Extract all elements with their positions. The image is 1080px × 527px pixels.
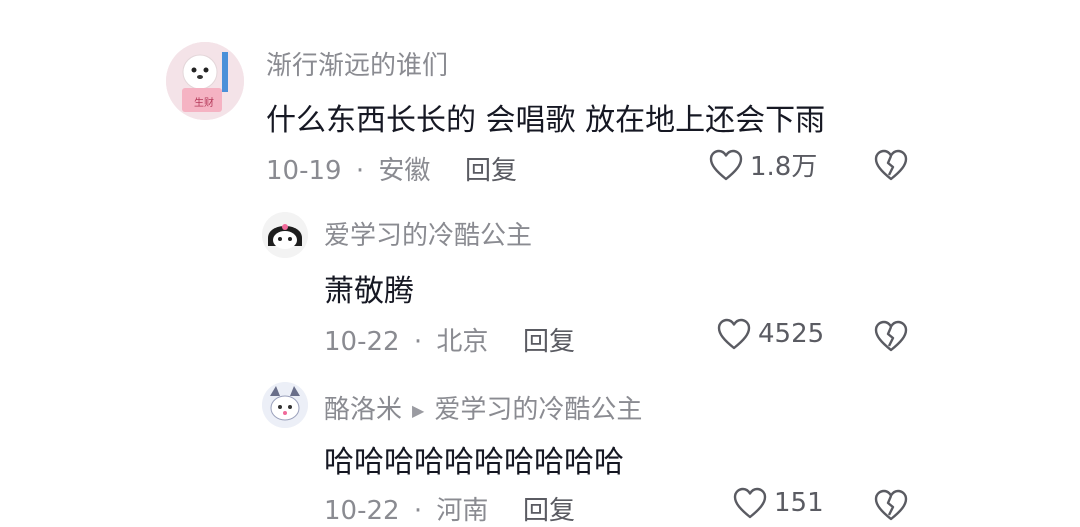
comment-meta: 10-22 · 河南 (324, 490, 488, 527)
triangle-right-icon: ▶ (412, 401, 425, 420)
reply-item: 酪洛米 ▶ 爱学习的冷酷公主 哈哈哈哈哈哈哈哈哈哈 10-22 · 河南 回复 15… (0, 0, 1080, 526)
comment-date: 10-22 (324, 496, 400, 526)
character-avatar-icon (262, 382, 308, 428)
like-count: 151 (774, 488, 824, 518)
reply-author[interactable]: 酪洛米 (324, 395, 402, 425)
comment-text: 哈哈哈哈哈哈哈哈哈哈 (324, 445, 624, 480)
reply-button[interactable]: 回复 (523, 490, 575, 527)
comment-location: 河南 (436, 496, 489, 526)
reply-target[interactable]: 爱学习的冷酷公主 (434, 395, 642, 425)
avatar[interactable] (262, 382, 308, 428)
meta-separator: · (413, 496, 423, 526)
broken-heart-icon[interactable] (873, 488, 909, 522)
comment-username: 酪洛米 ▶ 爱学习的冷酷公主 (324, 389, 642, 426)
